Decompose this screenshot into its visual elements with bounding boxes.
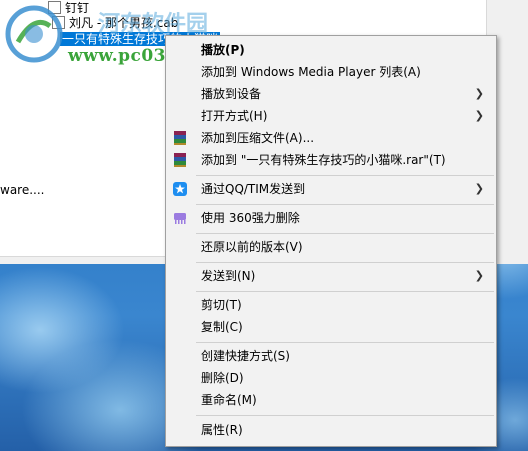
chevron-right-icon: ❯ [474, 87, 484, 100]
winrar-icon [174, 131, 186, 145]
menu-separator [196, 415, 494, 416]
menu-item-label: 删除(D) [201, 371, 244, 385]
menu-item-label: 播放到设备 [201, 87, 262, 101]
menu-item-open-with[interactable]: 打开方式(H) ❯ [166, 106, 496, 127]
menu-item-cast[interactable]: 播放到设备 ❯ [166, 84, 496, 105]
menu-separator [196, 175, 494, 176]
menu-item-label: 重命名(M) [201, 393, 257, 407]
menu-item-label: 复制(C) [201, 320, 243, 334]
menu-separator [196, 262, 494, 263]
menu-separator [196, 342, 494, 343]
menu-item-add-archive[interactable]: 添加到压缩文件(A)... [166, 128, 496, 149]
menu-item-play[interactable]: 播放(P) [166, 40, 496, 61]
menu-item-label: 通过QQ/TIM发送到 [201, 182, 306, 196]
winrar-icon [174, 153, 186, 167]
menu-item-label: 添加到 "一只有特殊生存技巧的小猫咪.rar"(T) [201, 153, 446, 167]
menu-separator [196, 204, 494, 205]
menu-item-label: 发送到(N) [201, 269, 256, 283]
menu-item-restore[interactable]: 还原以前的版本(V) [166, 237, 496, 258]
menu-item-cut[interactable]: 剪切(T) [166, 295, 496, 316]
menu-separator [196, 233, 494, 234]
menu-item-label: 创建快捷方式(S) [201, 349, 290, 363]
menu-item-send-to[interactable]: 发送到(N) ❯ [166, 266, 496, 287]
menu-item-properties[interactable]: 属性(R) [166, 420, 496, 441]
menu-item-create-shortcut[interactable]: 创建快捷方式(S) [166, 346, 496, 367]
menu-item-label: 打开方式(H) [201, 109, 268, 123]
watermark-logo-icon [5, 5, 63, 63]
menu-item-rename[interactable]: 重命名(M) [166, 390, 496, 411]
chevron-right-icon: ❯ [474, 109, 484, 122]
menu-item-label: 添加到 Windows Media Player 列表(A) [201, 65, 421, 79]
menu-item-label: 属性(R) [201, 423, 243, 437]
chevron-right-icon: ❯ [474, 269, 484, 282]
menu-item-send-qq[interactable]: 通过QQ/TIM发送到 ❯ [166, 179, 496, 200]
menu-item-label: 使用 360强力删除 [201, 211, 300, 225]
menu-item-label: 还原以前的版本(V) [201, 240, 303, 254]
context-menu: 播放(P) 添加到 Windows Media Player 列表(A) 播放到… [165, 35, 497, 447]
menu-separator [196, 291, 494, 292]
menu-item-delete-360[interactable]: 使用 360强力删除 [166, 208, 496, 229]
truncated-text: ware.... [0, 183, 45, 197]
menu-item-delete[interactable]: 删除(D) [166, 368, 496, 389]
qq-tim-icon [173, 182, 187, 196]
menu-item-label: 播放(P) [201, 43, 245, 57]
menu-item-add-rar[interactable]: 添加到 "一只有特殊生存技巧的小猫咪.rar"(T) [166, 150, 496, 171]
watermark-cn-text: 河东软件园 [98, 12, 209, 37]
menu-item-label: 添加到压缩文件(A)... [201, 131, 315, 145]
chevron-right-icon: ❯ [474, 182, 484, 195]
menu-item-add-wmp[interactable]: 添加到 Windows Media Player 列表(A) [166, 62, 496, 83]
menu-item-copy[interactable]: 复制(C) [166, 317, 496, 338]
menu-item-label: 剪切(T) [201, 298, 242, 312]
shredder-icon [174, 213, 186, 224]
file-name: 钉钉 [65, 1, 90, 15]
